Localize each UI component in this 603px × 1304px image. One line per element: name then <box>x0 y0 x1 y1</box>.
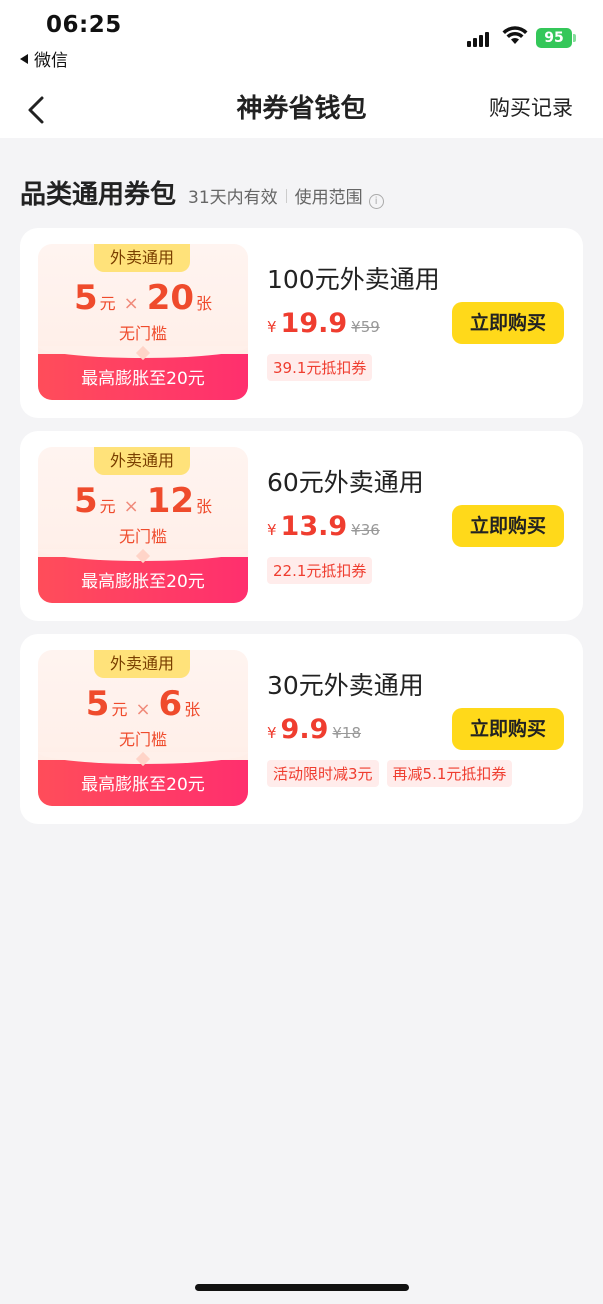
battery-icon: 95 <box>536 28 576 48</box>
validity-text: 31天内有效 <box>188 188 278 208</box>
home-indicator[interactable] <box>195 1284 409 1291</box>
cellular-signal-icon <box>467 32 489 47</box>
voucher-pack-card[interactable]: 外卖通用 5 元 × 20 张 无门槛 最高膨胀至20元 100元外卖通用 ¥19.9 ¥… <box>20 228 583 418</box>
current-price: 19.9 <box>280 308 348 339</box>
card-title: 60元外卖通用 <box>267 468 424 497</box>
current-price: 13.9 <box>280 511 348 542</box>
back-app-label: 微信 <box>34 51 68 71</box>
price-row: ¥13.9 ¥36 <box>267 511 380 542</box>
coupon-graphic: 外卖通用 5 元 × 6 张 无门槛 最高膨胀至20元 <box>38 650 248 806</box>
status-bar: 06:25 微信 95 <box>0 0 603 80</box>
price-row: ¥9.9 ¥18 <box>267 714 362 745</box>
original-price: ¥36 <box>351 521 380 539</box>
diamond-icon <box>135 751 151 767</box>
coupon-tag: 外卖通用 <box>94 244 190 272</box>
navigation-bar: 神券省钱包 购买记录 <box>0 80 603 138</box>
discount-chip: 39.1元抵扣券 <box>267 354 373 381</box>
discount-chip: 22.1元抵扣券 <box>267 557 373 584</box>
back-triangle-icon <box>20 54 28 64</box>
coupon-graphic: 外卖通用 5 元 × 12 张 无门槛 最高膨胀至20元 <box>38 447 248 603</box>
section-title: 品类通用券包 <box>20 180 177 210</box>
purchase-history-link[interactable]: 购买记录 <box>489 92 573 122</box>
info-icon[interactable]: i <box>368 194 384 209</box>
discount-chips: 22.1元抵扣券 <box>267 557 373 584</box>
coupon-threshold: 无门槛 <box>118 730 167 749</box>
discount-chip: 再减5.1元抵扣券 <box>386 760 513 787</box>
battery-level: 95 <box>544 30 564 46</box>
voucher-pack-card[interactable]: 外卖通用 5 元 × 6 张 无门槛 最高膨胀至20元 30元外卖通用 ¥9.9 ¥18 … <box>20 634 583 824</box>
usage-scope-link[interactable]: 使用范围 <box>295 183 363 208</box>
discount-chips: 活动限时减3元 再减5.1元抵扣券 <box>267 760 513 787</box>
current-price: 9.9 <box>280 714 329 745</box>
coupon-threshold: 无门槛 <box>118 324 167 343</box>
coupon-amount: 5 元 × 6 张 <box>85 684 201 724</box>
coupon-bonus-banner: 最高膨胀至20元 <box>38 345 248 400</box>
buy-now-button[interactable]: 立即购买 <box>452 708 564 750</box>
price-row: ¥19.9 ¥59 <box>267 308 380 339</box>
card-title: 30元外卖通用 <box>267 671 424 700</box>
original-price: ¥59 <box>351 318 380 336</box>
divider <box>285 189 287 203</box>
wifi-icon <box>502 26 528 50</box>
voucher-pack-card[interactable]: 外卖通用 5 元 × 12 张 无门槛 最高膨胀至20元 60元外卖通用 ¥13.9 ¥3… <box>20 431 583 621</box>
diamond-icon <box>135 345 151 361</box>
buy-now-button[interactable]: 立即购买 <box>452 302 564 344</box>
original-price: ¥18 <box>332 724 362 742</box>
coupon-bonus-banner: 最高膨胀至20元 <box>38 548 248 603</box>
buy-now-button[interactable]: 立即购买 <box>452 505 564 547</box>
coupon-tag: 外卖通用 <box>94 650 190 678</box>
coupon-threshold: 无门槛 <box>118 527 167 546</box>
card-title: 100元外卖通用 <box>267 265 440 294</box>
status-time: 06:25 <box>46 12 122 38</box>
back-to-app-link[interactable]: 微信 <box>20 46 68 71</box>
section-header: 品类通用券包 31天内有效 使用范围 i <box>20 174 384 211</box>
coupon-amount: 5 元 × 20 张 <box>73 278 213 318</box>
coupon-bonus-banner: 最高膨胀至20元 <box>38 751 248 806</box>
coupon-tag: 外卖通用 <box>94 447 190 475</box>
discount-chip: 活动限时减3元 <box>267 760 379 787</box>
coupon-graphic: 外卖通用 5 元 × 20 张 无门槛 最高膨胀至20元 <box>38 244 248 400</box>
diamond-icon <box>135 548 151 564</box>
discount-chips: 39.1元抵扣券 <box>267 354 373 381</box>
coupon-amount: 5 元 × 12 张 <box>73 481 213 521</box>
